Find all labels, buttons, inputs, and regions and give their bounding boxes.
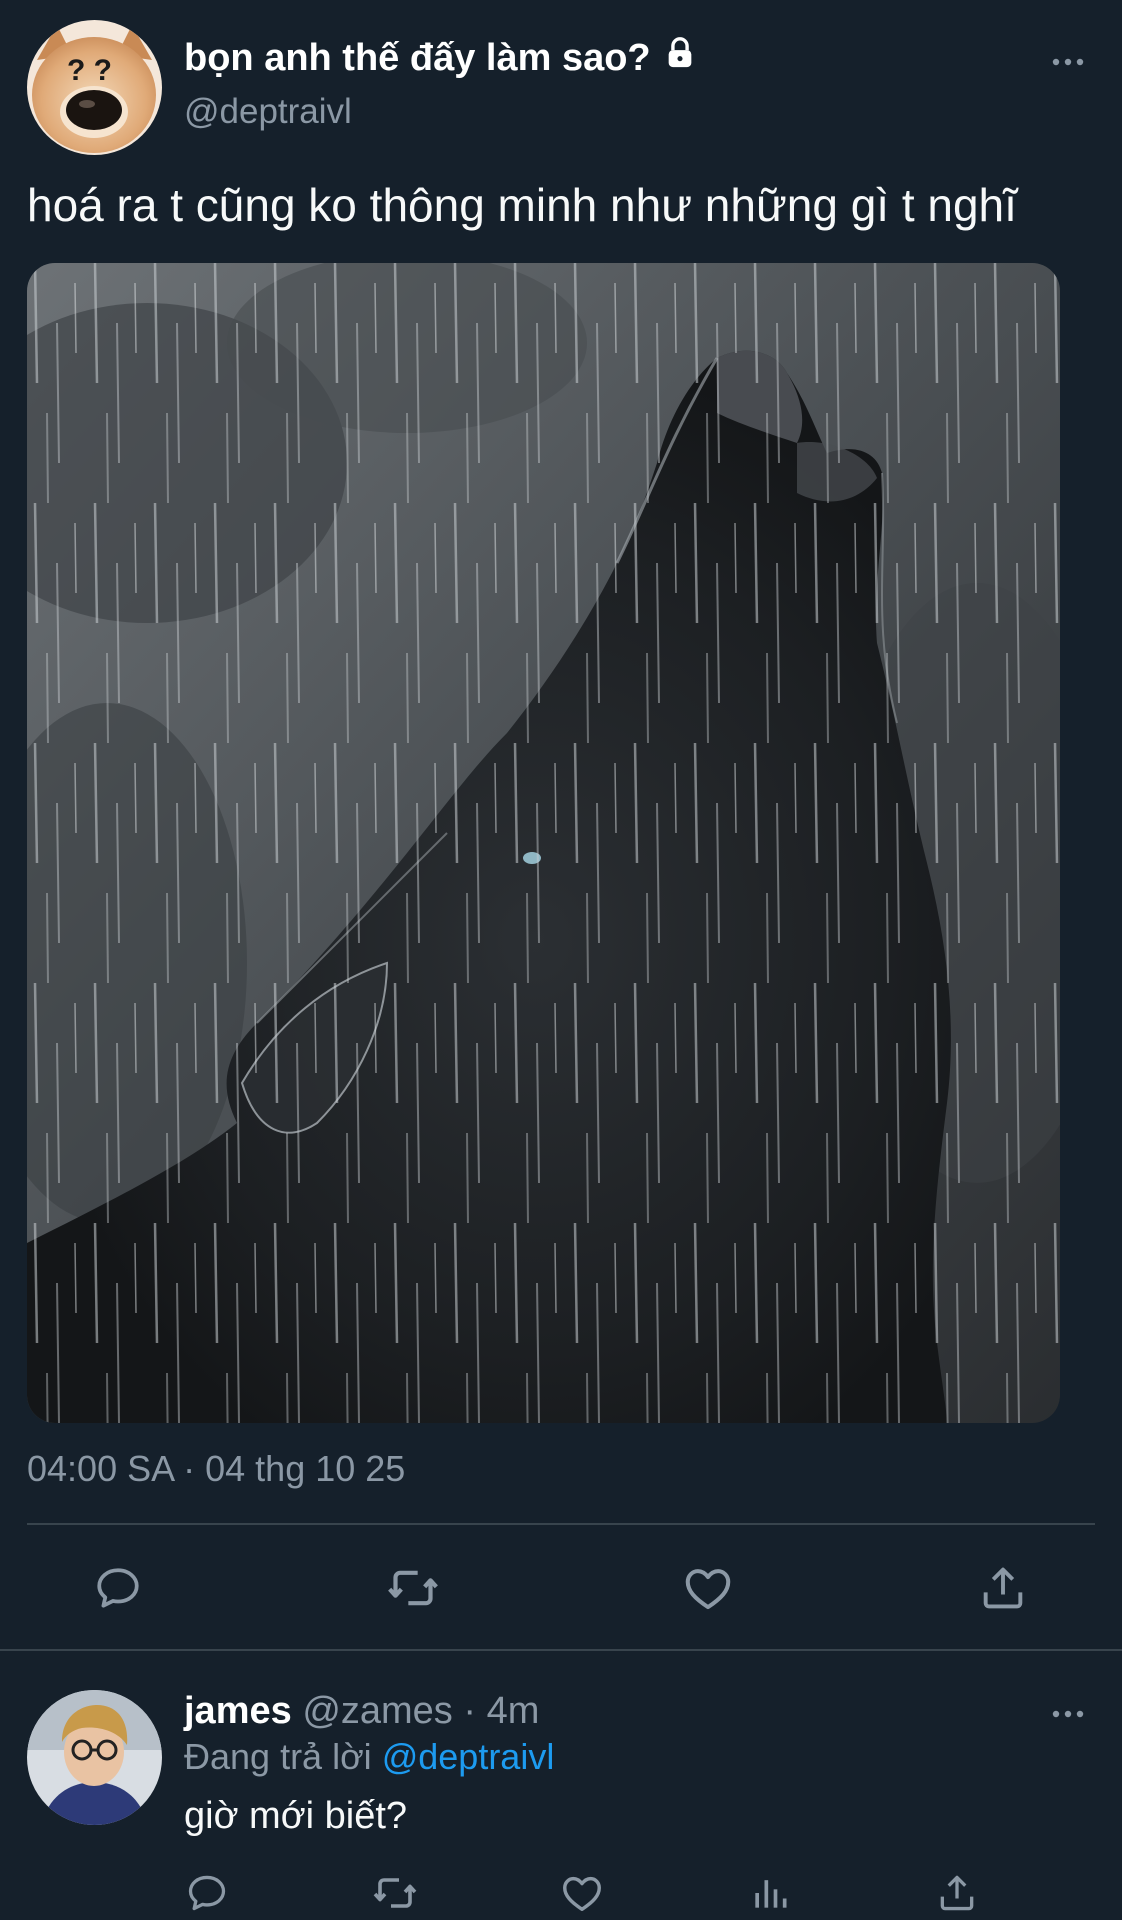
share-button[interactable] <box>973 1558 1033 1618</box>
reply-share-button[interactable] <box>932 1868 982 1918</box>
wolf-image <box>27 263 1060 1423</box>
avatar[interactable]: ? ? <box>27 20 162 155</box>
reply-like-button[interactable] <box>557 1868 607 1918</box>
reply-text: giờ mới biết? <box>184 1795 408 1837</box>
reply-header: james @zames · 4m <box>184 1690 539 1733</box>
lock-icon <box>663 36 697 80</box>
avatar-image <box>27 1690 162 1825</box>
reply-stats-button[interactable] <box>745 1868 795 1918</box>
share-icon <box>940 1875 974 1911</box>
stats-icon <box>755 1880 787 1908</box>
divider <box>27 1523 1095 1525</box>
reply-avatar[interactable] <box>27 1690 162 1825</box>
reply-icon <box>188 1875 226 1911</box>
tweet-media[interactable] <box>27 263 1060 1423</box>
reply-button[interactable] <box>88 1558 148 1618</box>
replying-to: Đang trả lời @deptraivl <box>184 1736 554 1778</box>
reply-icon <box>97 1568 139 1608</box>
replying-prefix: Đang trả lời <box>184 1736 372 1777</box>
reply-display-name[interactable]: james <box>184 1690 292 1732</box>
avatar-image: ? ? <box>27 20 162 155</box>
replying-mention-link[interactable]: @deptraivl <box>382 1736 555 1777</box>
retweet-icon <box>373 1878 417 1908</box>
tweet-text: hoá ra t cũng ko thông minh như những gì… <box>27 179 1017 231</box>
handle[interactable]: @deptraivl <box>184 92 352 132</box>
heart-icon <box>685 1569 731 1610</box>
retweet-button[interactable] <box>383 1558 443 1618</box>
reply-handle-meta: @zames · 4m <box>302 1690 540 1732</box>
divider <box>0 1649 1122 1651</box>
reply-reply-button[interactable] <box>182 1868 232 1918</box>
like-button[interactable] <box>678 1558 738 1618</box>
retweet-icon <box>388 1570 438 1606</box>
display-name[interactable]: bọn anh thế đấy làm sao? <box>184 36 697 80</box>
display-name-text: bọn anh thế đấy làm sao? <box>184 36 651 79</box>
more-icon[interactable] <box>1048 1702 1088 1726</box>
avatar-text: ? ? <box>67 54 112 87</box>
share-icon <box>983 1567 1023 1609</box>
reply-retweet-button[interactable] <box>370 1868 420 1918</box>
more-icon[interactable] <box>1048 50 1088 74</box>
heart-icon <box>563 1876 601 1912</box>
tweet-timestamp[interactable]: 04:00 SA · 04 thg 10 25 <box>27 1448 405 1490</box>
